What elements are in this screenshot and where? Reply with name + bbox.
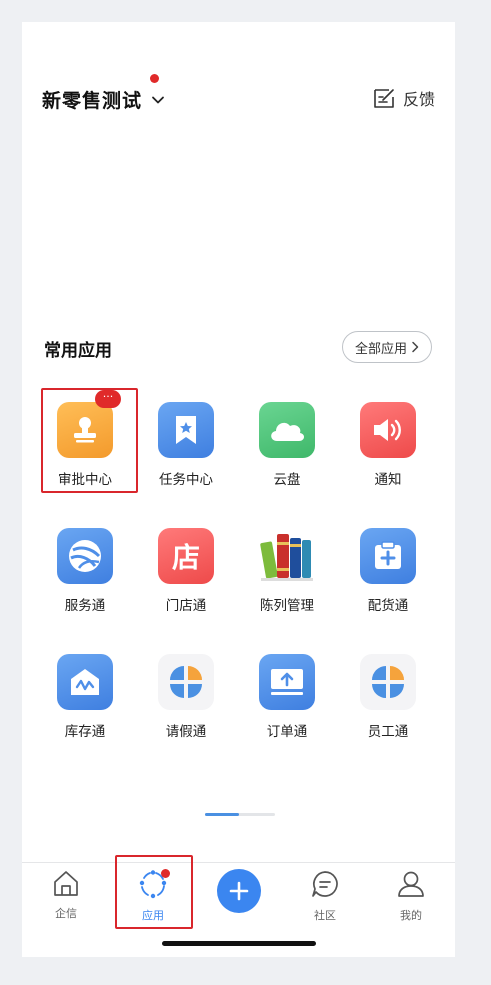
order-upload-icon (259, 654, 315, 710)
home-indicator[interactable] (162, 941, 316, 946)
app-label: 订单通 (266, 724, 308, 740)
app-label: 服务通 (64, 598, 106, 614)
store-icon: 店 (158, 528, 214, 584)
app-label: 任务中心 (159, 472, 213, 488)
app-label: 通知 (374, 472, 402, 488)
app-label: 请假通 (165, 724, 207, 740)
app-label: 配货通 (367, 598, 409, 614)
org-name: 新零售测试 (42, 90, 143, 112)
app-tile-staff[interactable]: 员工通 (338, 654, 438, 754)
app-tile-delivery[interactable]: 配货通 (338, 528, 438, 628)
cloud-icon (259, 402, 315, 458)
store-glyph: 店 (171, 541, 200, 574)
page-indicator-active (205, 813, 239, 816)
chevron-right-icon (412, 341, 419, 353)
all-apps-label: 全部应用 (354, 341, 407, 357)
app-label: 门店通 (165, 598, 207, 614)
highlight-box-approval (41, 388, 138, 493)
app-tile-display[interactable]: 陈列管理 (237, 528, 337, 628)
app-tile-service[interactable]: 服务通 (35, 528, 135, 628)
app-label: 库存通 (64, 724, 106, 740)
home-icon (54, 871, 78, 896)
all-apps-button[interactable]: 全部应用 (342, 331, 432, 363)
create-button[interactable] (217, 869, 261, 913)
tab-messages[interactable]: 企信 (31, 869, 101, 921)
task-bookmark-icon (158, 402, 214, 458)
app-label: 员工通 (367, 724, 409, 740)
app-tile-task[interactable]: 任务中心 (136, 402, 236, 502)
highlight-box-apps-tab (115, 855, 193, 929)
section-title: 常用应用 (44, 341, 112, 361)
tab-label: 企信 (55, 907, 77, 920)
apps-grid-icon (360, 654, 416, 710)
app-tile-notice[interactable]: 通知 (338, 402, 438, 502)
app-label: 陈列管理 (260, 598, 314, 614)
app-tile-leave[interactable]: 请假通 (136, 654, 236, 754)
person-icon (398, 871, 424, 897)
page-indicator (205, 813, 275, 816)
speaker-icon (360, 402, 416, 458)
feedback-label: 反馈 (402, 90, 435, 109)
chat-bubble-icon (312, 871, 338, 897)
app-tile-order[interactable]: 订单通 (237, 654, 337, 754)
tab-label: 我的 (400, 909, 422, 922)
feedback-edit-icon (374, 89, 394, 108)
app-tile-store[interactable]: 店 门店通 (136, 528, 236, 628)
app-tile-inventory[interactable]: 库存通 (35, 654, 135, 754)
plus-icon (229, 881, 249, 901)
app-label: 云盘 (273, 472, 301, 488)
feedback-button[interactable]: 反馈 (373, 86, 435, 110)
apps-grid-icon (158, 654, 214, 710)
delivery-box-icon (360, 528, 416, 584)
tab-community[interactable]: 社区 (290, 869, 360, 923)
service-globe-icon (57, 528, 113, 584)
app-screen: 新零售测试 反馈 常用应用 全部应用 ··· 审批中心 任务中心 云盘 通知 服… (22, 22, 455, 957)
app-tile-cloud[interactable]: 云盘 (237, 402, 337, 502)
tab-mine[interactable]: 我的 (376, 869, 446, 923)
chevron-down-icon (152, 96, 164, 103)
tab-label: 社区 (314, 909, 336, 922)
bottom-tab-bar: 企信 应用 社区 我的 (22, 855, 455, 957)
org-notification-dot (150, 74, 159, 83)
org-switcher[interactable]: 新零售测试 (42, 74, 166, 113)
books-icon (259, 528, 315, 584)
warehouse-icon (57, 654, 113, 710)
